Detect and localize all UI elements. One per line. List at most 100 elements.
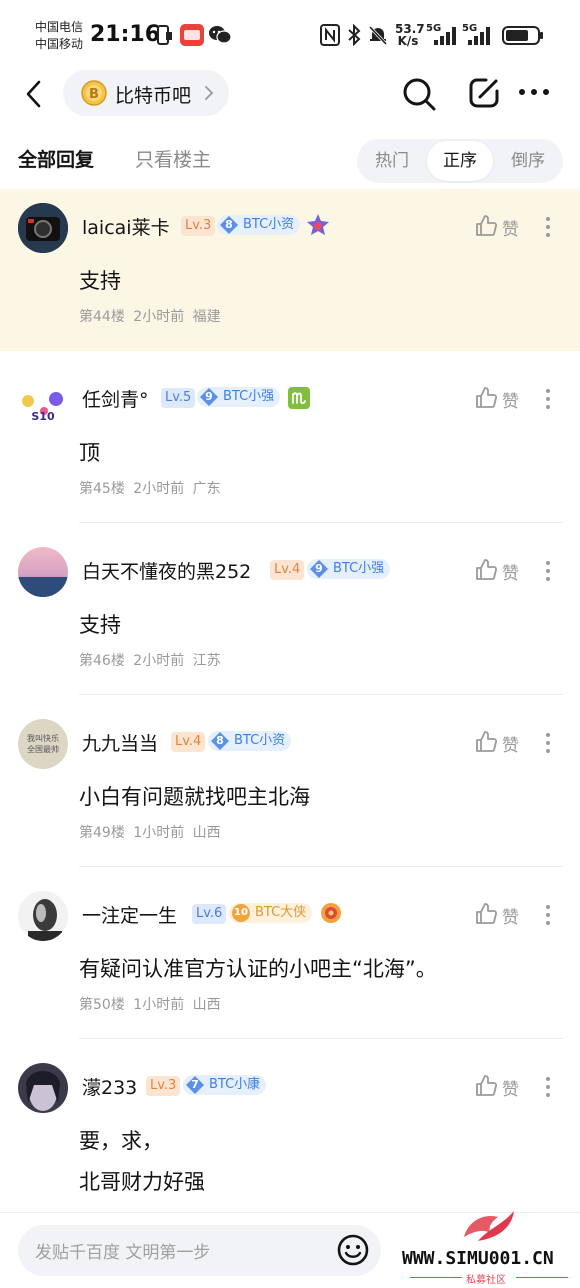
reply-meta: 第46楼 2小时前 江苏: [79, 653, 221, 669]
sim-icon: [157, 25, 172, 45]
reply-item[interactable]: 一注定一生 Lv.6 10 BTC大侠 赞 有疑问认准官方认证的小吧主“北海”。…: [0, 867, 580, 1039]
signal-icon: [468, 27, 490, 45]
reply-content: 支持: [79, 269, 121, 293]
sort-descending[interactable]: 倒序: [495, 141, 561, 181]
reply-content-line: 北哥财力好强: [79, 1170, 205, 1194]
reply-item[interactable]: 白天不懂夜的黑252 Lv.4 9 BTC小强 赞 支持 第46楼 2小时前 江…: [0, 523, 580, 695]
like-button[interactable]: 赞: [474, 729, 534, 757]
flower-badge-icon: [321, 903, 341, 923]
username[interactable]: 濛233: [82, 1073, 137, 1100]
reply-meta: 第50楼 1小时前 山西: [79, 997, 221, 1013]
star-badge-icon: [307, 214, 329, 235]
avatar[interactable]: [18, 1063, 68, 1113]
reply-content: 顶: [79, 441, 100, 465]
more-options-icon[interactable]: [538, 903, 558, 927]
svg-text:S10: S10: [31, 410, 55, 423]
reply-meta: 第45楼 2小时前 广东: [79, 481, 221, 497]
watermark-rule: [410, 1277, 462, 1278]
app-notification-icon: [180, 24, 204, 46]
edit-icon[interactable]: [466, 75, 502, 111]
username[interactable]: 一注定一生: [82, 901, 177, 928]
thumbs-up-icon: [476, 903, 498, 924]
virgo-sign-icon: [288, 387, 310, 409]
chevron-left-icon[interactable]: [22, 78, 46, 110]
level-badge: Lv.3: [146, 1076, 181, 1096]
more-options-icon[interactable]: [538, 731, 558, 755]
more-options-icon[interactable]: [538, 559, 558, 583]
thumbs-up-icon: [476, 1075, 498, 1096]
avatar[interactable]: S10: [18, 375, 68, 425]
smiley-icon[interactable]: [336, 1233, 370, 1267]
mute-bell-icon: [368, 25, 388, 46]
net-speed: 53.7 K/s: [395, 22, 425, 48]
level-badge: Lv.5: [161, 388, 196, 408]
watermark-rule: [516, 1277, 568, 1278]
forum-rank-badge: 8 BTC小资: [217, 215, 301, 235]
like-button[interactable]: 赞: [474, 557, 534, 585]
like-button[interactable]: 赞: [474, 385, 534, 413]
forum-pill[interactable]: B 比特币吧: [63, 70, 229, 116]
tab-all-replies[interactable]: 全部回复: [18, 145, 94, 172]
reply-input[interactable]: 发贴千百度 文明第一步: [18, 1225, 381, 1276]
level-badge: Lv.6: [192, 904, 227, 924]
reply-item[interactable]: S10 任剑青° Lv.5 9 BTC小强 赞 顶 第45楼 2小时前 广东: [0, 351, 580, 523]
forum-rank-badge: 10 BTC大侠: [229, 903, 313, 923]
wechat-icon: [209, 26, 232, 44]
watermark-subtitle: 私募社区: [466, 1275, 506, 1286]
more-options-icon[interactable]: [538, 1075, 558, 1099]
search-icon[interactable]: [400, 75, 438, 113]
thumbs-up-icon: [476, 559, 498, 580]
forum-rank-badge: 8 BTC小资: [208, 731, 292, 751]
more-icon[interactable]: [518, 86, 550, 98]
reply-item[interactable]: laicai莱卡 Lv.3 8 BTC小资 赞 支持 第44楼 2小时前 福建: [0, 189, 580, 351]
reply-content: 小白有问题就找吧主北海: [79, 785, 310, 809]
like-button[interactable]: 赞: [474, 1073, 534, 1101]
thumbs-up-icon: [476, 215, 498, 236]
svg-text:B: B: [89, 87, 99, 102]
reply-input-placeholder: 发贴千百度 文明第一步: [35, 1243, 211, 1263]
watermark-logo-icon: [464, 1211, 514, 1241]
sort-ascending[interactable]: 正序: [427, 141, 493, 181]
reply-content-line: 要，求，: [79, 1129, 163, 1153]
more-options-icon[interactable]: [538, 215, 558, 239]
nfc-icon: [320, 24, 340, 46]
forum-header: B 比特币吧: [0, 70, 580, 120]
sort-hot[interactable]: 热门: [359, 141, 425, 181]
level-badge: Lv.3: [181, 216, 216, 236]
reply-item[interactable]: 我叫快乐 全国最帅 九九当当 Lv.4 8 BTC小资 赞 小白有问题就找吧主北…: [0, 695, 580, 867]
avatar[interactable]: [18, 547, 68, 597]
signal-icon: [434, 27, 456, 45]
tab-op-only[interactable]: 只看楼主: [135, 145, 211, 172]
more-options-icon[interactable]: [538, 387, 558, 411]
battery-icon: [502, 26, 543, 45]
like-button[interactable]: 赞: [474, 213, 534, 241]
avatar[interactable]: [18, 891, 68, 941]
avatar[interactable]: [18, 203, 68, 253]
reply-content: 有疑问认准官方认证的小吧主“北海”。: [79, 957, 437, 981]
status-bar: 中国电信 中国移动 21:16 53.7 K/s 5G 5G: [0, 0, 580, 70]
username[interactable]: 任剑青°: [82, 385, 149, 412]
thumbs-up-icon: [476, 387, 498, 408]
forum-rank-badge: 9 BTC小强: [197, 387, 281, 407]
reply-item[interactable]: 濛233 Lv.3 7 BTC小康 赞 要，求， 北哥财力好强: [0, 1039, 580, 1212]
reply-content: 支持: [79, 613, 121, 637]
username[interactable]: 九九当当: [82, 729, 158, 756]
reply-input-bar: 发贴千百度 文明第一步 WWW.SIMU001.CN 私募社区: [0, 1211, 580, 1288]
reply-meta: 第44楼 2小时前 福建: [79, 309, 221, 325]
forum-rank-badge: 7 BTC小康: [183, 1075, 267, 1095]
forum-name: 比特币吧: [115, 85, 192, 107]
svg-text:我叫快乐: 我叫快乐: [27, 733, 59, 743]
username[interactable]: 白天不懂夜的黑252: [82, 557, 251, 584]
bitcoin-icon: B: [81, 80, 107, 106]
level-badge: Lv.4: [171, 732, 206, 752]
username[interactable]: laicai莱卡: [82, 213, 170, 240]
svg-text:全国最帅: 全国最帅: [27, 744, 59, 754]
forum-rank-badge: 9 BTC小强: [307, 559, 391, 579]
like-button[interactable]: 赞: [474, 901, 534, 929]
status-time: 21:16: [90, 22, 161, 47]
avatar[interactable]: 我叫快乐 全国最帅: [18, 719, 68, 769]
carrier-2: 中国移动: [35, 37, 84, 51]
watermark-text: WWW.SIMU001.CN: [402, 1248, 554, 1269]
reply-meta: 第49楼 1小时前 山西: [79, 825, 221, 841]
bluetooth-icon: [348, 24, 361, 46]
